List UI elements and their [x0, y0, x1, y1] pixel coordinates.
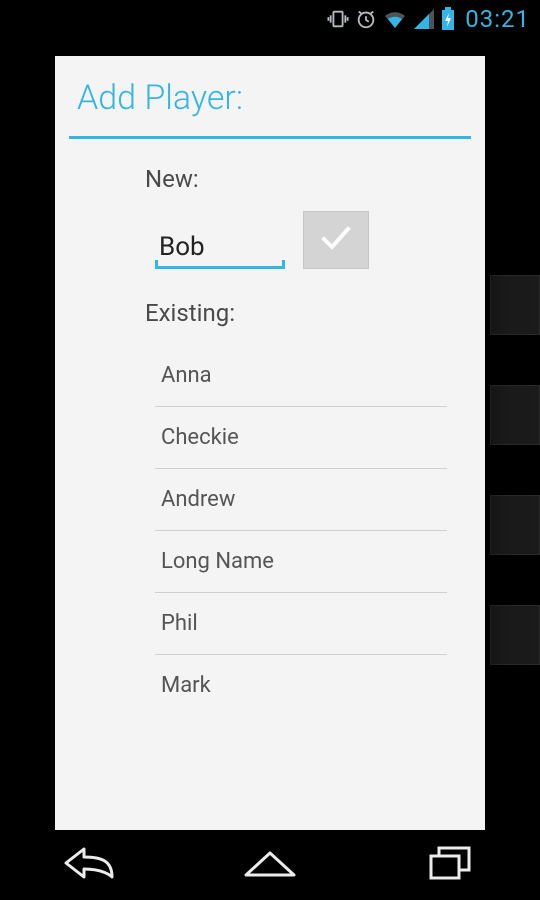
battery-charging-icon — [441, 7, 455, 31]
status-bar: 03:21 — [0, 0, 540, 38]
existing-player-item[interactable]: Mark — [155, 655, 447, 716]
existing-player-item[interactable]: Andrew — [155, 469, 447, 531]
background-button[interactable] — [490, 495, 540, 555]
existing-player-item[interactable]: Anna — [155, 345, 447, 407]
dialog-title: Add Player: — [55, 56, 485, 136]
wifi-icon — [383, 8, 407, 30]
signal-icon — [413, 8, 435, 30]
existing-players-list: Anna Checkie Andrew Long Name Phil Mark — [145, 345, 457, 716]
alarm-icon — [355, 8, 377, 30]
vibrate-icon — [327, 8, 349, 30]
new-section-label: New: — [145, 165, 457, 193]
background-button[interactable] — [490, 275, 540, 335]
existing-section-label: Existing: — [145, 299, 457, 327]
background-button[interactable] — [490, 605, 540, 665]
home-icon — [242, 847, 298, 883]
navigation-bar — [0, 830, 540, 900]
nav-home-button[interactable] — [210, 840, 330, 890]
existing-player-item[interactable]: Long Name — [155, 531, 447, 593]
new-player-name-input[interactable] — [155, 226, 285, 269]
check-icon — [319, 223, 353, 257]
add-player-dialog: Add Player: New: Existing: Anna Checkie … — [55, 56, 485, 831]
confirm-new-player-button[interactable] — [303, 211, 369, 269]
status-clock: 03:21 — [465, 5, 530, 33]
existing-player-item[interactable]: Checkie — [155, 407, 447, 469]
nav-back-button[interactable] — [30, 840, 150, 890]
nav-recent-button[interactable] — [390, 840, 510, 890]
background-button[interactable] — [490, 385, 540, 445]
existing-player-item[interactable]: Phil — [155, 593, 447, 655]
back-icon — [62, 845, 118, 885]
name-input-wrap — [155, 226, 285, 269]
recent-apps-icon — [427, 844, 473, 886]
